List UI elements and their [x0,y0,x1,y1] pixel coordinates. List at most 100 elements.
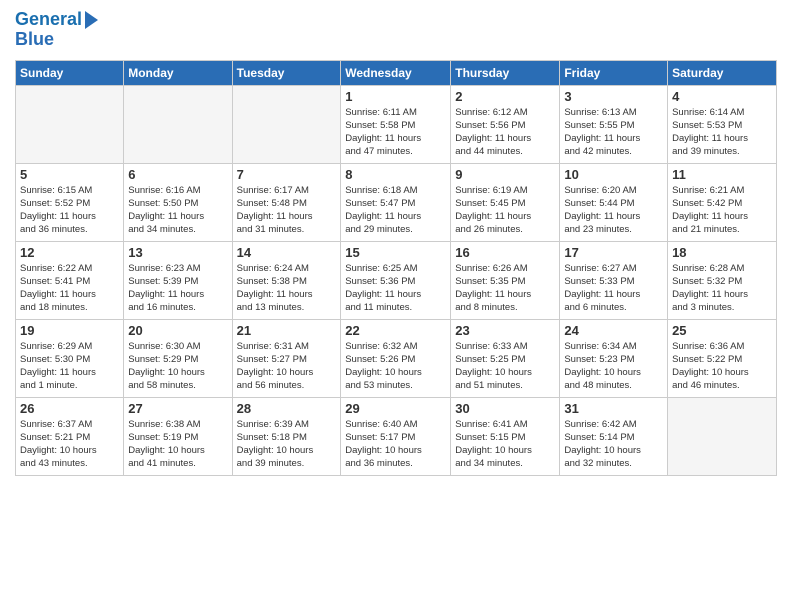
weekday-header-cell: Sunday [16,60,124,85]
calendar-table: SundayMondayTuesdayWednesdayThursdayFrid… [15,60,777,476]
calendar-day-cell: 18 Sunrise: 6:28 AM Sunset: 5:32 PM Dayli… [668,241,777,319]
day-info: Sunrise: 6:13 AM Sunset: 5:55 PM Dayligh… [564,106,663,159]
weekday-header-cell: Saturday [668,60,777,85]
calendar-day-cell [124,85,232,163]
day-info: Sunrise: 6:24 AM Sunset: 5:38 PM Dayligh… [237,262,337,315]
day-info: Sunrise: 6:21 AM Sunset: 5:42 PM Dayligh… [672,184,772,237]
calendar-day-cell: 9 Sunrise: 6:19 AM Sunset: 5:45 PM Daylig… [451,163,560,241]
calendar-week-row: 26 Sunrise: 6:37 AM Sunset: 5:21 PM Dayli… [16,397,777,475]
day-info: Sunrise: 6:34 AM Sunset: 5:23 PM Dayligh… [564,340,663,393]
day-number: 6 [128,167,227,182]
day-number: 7 [237,167,337,182]
calendar-day-cell: 29 Sunrise: 6:40 AM Sunset: 5:17 PM Dayli… [341,397,451,475]
calendar-day-cell: 26 Sunrise: 6:37 AM Sunset: 5:21 PM Dayli… [16,397,124,475]
weekday-header-cell: Tuesday [232,60,341,85]
calendar-day-cell: 2 Sunrise: 6:12 AM Sunset: 5:56 PM Daylig… [451,85,560,163]
day-info: Sunrise: 6:32 AM Sunset: 5:26 PM Dayligh… [345,340,446,393]
day-info: Sunrise: 6:17 AM Sunset: 5:48 PM Dayligh… [237,184,337,237]
day-info: Sunrise: 6:39 AM Sunset: 5:18 PM Dayligh… [237,418,337,471]
day-info: Sunrise: 6:16 AM Sunset: 5:50 PM Dayligh… [128,184,227,237]
calendar-day-cell [668,397,777,475]
day-number: 2 [455,89,555,104]
calendar-day-cell: 17 Sunrise: 6:27 AM Sunset: 5:33 PM Dayli… [560,241,668,319]
day-info: Sunrise: 6:28 AM Sunset: 5:32 PM Dayligh… [672,262,772,315]
calendar-day-cell: 28 Sunrise: 6:39 AM Sunset: 5:18 PM Dayli… [232,397,341,475]
day-number: 25 [672,323,772,338]
calendar-day-cell: 22 Sunrise: 6:32 AM Sunset: 5:26 PM Dayli… [341,319,451,397]
day-number: 18 [672,245,772,260]
calendar-day-cell [16,85,124,163]
day-number: 3 [564,89,663,104]
day-number: 10 [564,167,663,182]
day-info: Sunrise: 6:23 AM Sunset: 5:39 PM Dayligh… [128,262,227,315]
day-number: 16 [455,245,555,260]
day-number: 4 [672,89,772,104]
calendar-day-cell: 1Sunrise: 6:11 AM Sunset: 5:58 PM Daylig… [341,85,451,163]
calendar-day-cell: 16 Sunrise: 6:26 AM Sunset: 5:35 PM Dayli… [451,241,560,319]
calendar-week-row: 1Sunrise: 6:11 AM Sunset: 5:58 PM Daylig… [16,85,777,163]
day-info: Sunrise: 6:31 AM Sunset: 5:27 PM Dayligh… [237,340,337,393]
day-info: Sunrise: 6:22 AM Sunset: 5:41 PM Dayligh… [20,262,119,315]
day-number: 11 [672,167,772,182]
day-info: Sunrise: 6:33 AM Sunset: 5:25 PM Dayligh… [455,340,555,393]
logo: General Blue [15,10,98,50]
calendar-day-cell: 3 Sunrise: 6:13 AM Sunset: 5:55 PM Daylig… [560,85,668,163]
calendar-day-cell: 19 Sunrise: 6:29 AM Sunset: 5:30 PM Dayli… [16,319,124,397]
day-number: 23 [455,323,555,338]
logo-blue: Blue [15,30,54,50]
day-info: Sunrise: 6:40 AM Sunset: 5:17 PM Dayligh… [345,418,446,471]
calendar-day-cell: 12 Sunrise: 6:22 AM Sunset: 5:41 PM Dayli… [16,241,124,319]
day-info: Sunrise: 6:42 AM Sunset: 5:14 PM Dayligh… [564,418,663,471]
day-number: 21 [237,323,337,338]
day-number: 28 [237,401,337,416]
day-number: 29 [345,401,446,416]
weekday-header-cell: Friday [560,60,668,85]
calendar-day-cell: 13Sunrise: 6:23 AM Sunset: 5:39 PM Dayli… [124,241,232,319]
calendar-day-cell: 23 Sunrise: 6:33 AM Sunset: 5:25 PM Dayli… [451,319,560,397]
day-info: Sunrise: 6:20 AM Sunset: 5:44 PM Dayligh… [564,184,663,237]
calendar-body: 1Sunrise: 6:11 AM Sunset: 5:58 PM Daylig… [16,85,777,475]
calendar-day-cell: 30 Sunrise: 6:41 AM Sunset: 5:15 PM Dayli… [451,397,560,475]
day-info: Sunrise: 6:29 AM Sunset: 5:30 PM Dayligh… [20,340,119,393]
day-number: 19 [20,323,119,338]
header: General Blue [15,10,777,50]
calendar-day-cell: 15Sunrise: 6:25 AM Sunset: 5:36 PM Dayli… [341,241,451,319]
calendar-day-cell: 24 Sunrise: 6:34 AM Sunset: 5:23 PM Dayli… [560,319,668,397]
calendar-day-cell: 11 Sunrise: 6:21 AM Sunset: 5:42 PM Dayli… [668,163,777,241]
day-info: Sunrise: 6:41 AM Sunset: 5:15 PM Dayligh… [455,418,555,471]
calendar-day-cell: 31 Sunrise: 6:42 AM Sunset: 5:14 PM Dayli… [560,397,668,475]
calendar-day-cell [232,85,341,163]
day-number: 30 [455,401,555,416]
day-info: Sunrise: 6:27 AM Sunset: 5:33 PM Dayligh… [564,262,663,315]
day-number: 31 [564,401,663,416]
day-number: 17 [564,245,663,260]
logo-text: General [15,10,82,30]
day-info: Sunrise: 6:12 AM Sunset: 5:56 PM Dayligh… [455,106,555,159]
calendar-day-cell: 7 Sunrise: 6:17 AM Sunset: 5:48 PM Daylig… [232,163,341,241]
day-number: 14 [237,245,337,260]
day-number: 24 [564,323,663,338]
day-number: 8 [345,167,446,182]
day-number: 26 [20,401,119,416]
calendar-week-row: 12 Sunrise: 6:22 AM Sunset: 5:41 PM Dayli… [16,241,777,319]
day-number: 12 [20,245,119,260]
day-number: 22 [345,323,446,338]
day-info: Sunrise: 6:15 AM Sunset: 5:52 PM Dayligh… [20,184,119,237]
day-info: Sunrise: 6:37 AM Sunset: 5:21 PM Dayligh… [20,418,119,471]
day-info: Sunrise: 6:26 AM Sunset: 5:35 PM Dayligh… [455,262,555,315]
day-number: 9 [455,167,555,182]
calendar-day-cell: 21 Sunrise: 6:31 AM Sunset: 5:27 PM Dayli… [232,319,341,397]
weekday-header-cell: Thursday [451,60,560,85]
day-number: 5 [20,167,119,182]
day-info: Sunrise: 6:18 AM Sunset: 5:47 PM Dayligh… [345,184,446,237]
calendar-day-cell: 4Sunrise: 6:14 AM Sunset: 5:53 PM Daylig… [668,85,777,163]
calendar-day-cell: 14 Sunrise: 6:24 AM Sunset: 5:38 PM Dayli… [232,241,341,319]
day-info: Sunrise: 6:19 AM Sunset: 5:45 PM Dayligh… [455,184,555,237]
weekday-header-cell: Monday [124,60,232,85]
day-info: Sunrise: 6:30 AM Sunset: 5:29 PM Dayligh… [128,340,227,393]
day-info: Sunrise: 6:36 AM Sunset: 5:22 PM Dayligh… [672,340,772,393]
page-container: General Blue SundayMondayTuesdayWednesda… [0,0,792,486]
calendar-day-cell: 10 Sunrise: 6:20 AM Sunset: 5:44 PM Dayli… [560,163,668,241]
calendar-week-row: 19 Sunrise: 6:29 AM Sunset: 5:30 PM Dayli… [16,319,777,397]
day-number: 20 [128,323,227,338]
